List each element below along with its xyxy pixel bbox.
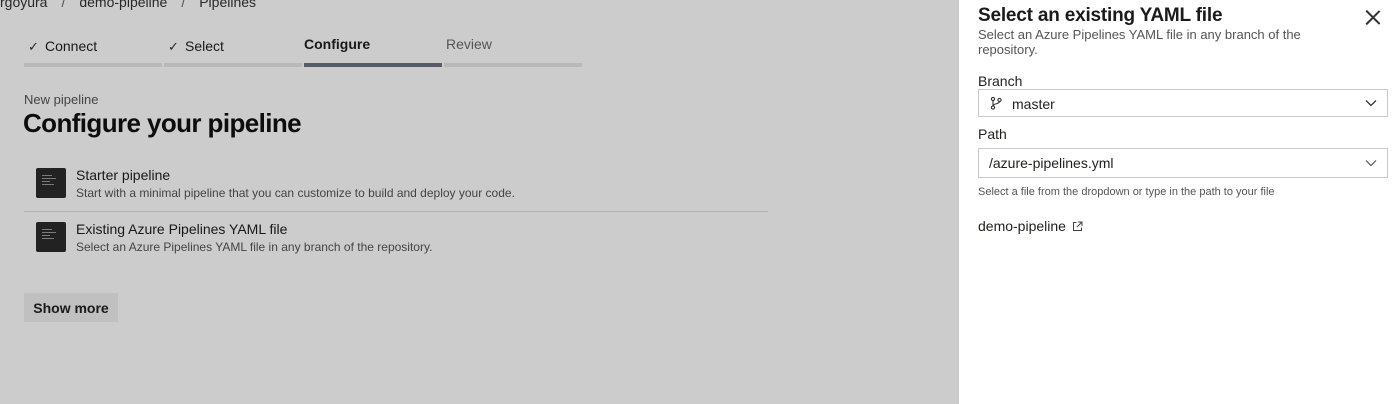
- repo-link-label: demo-pipeline: [978, 218, 1066, 234]
- branch-label: Branch: [978, 73, 1023, 89]
- path-input[interactable]: [989, 154, 1349, 172]
- path-hint: Select a file from the dropdown or type …: [978, 186, 1275, 198]
- chevron-down-icon[interactable]: [1364, 156, 1378, 170]
- select-yaml-panel: Select an existing YAML file Select an A…: [958, 0, 1400, 404]
- close-icon[interactable]: [1361, 6, 1385, 30]
- panel-description: Select an Azure Pipelines YAML file in a…: [978, 27, 1301, 57]
- external-link-icon: [1072, 221, 1083, 231]
- modal-overlay[interactable]: [0, 0, 958, 404]
- path-label: Path: [978, 126, 1007, 142]
- branch-value: master: [1012, 96, 1055, 112]
- git-branch-icon: [990, 96, 1002, 110]
- path-combobox[interactable]: [978, 148, 1388, 178]
- chevron-down-icon: [1365, 100, 1377, 107]
- repo-link[interactable]: demo-pipeline: [978, 218, 1083, 234]
- panel-title: Select an existing YAML file: [978, 5, 1223, 26]
- branch-dropdown[interactable]: master: [978, 89, 1388, 117]
